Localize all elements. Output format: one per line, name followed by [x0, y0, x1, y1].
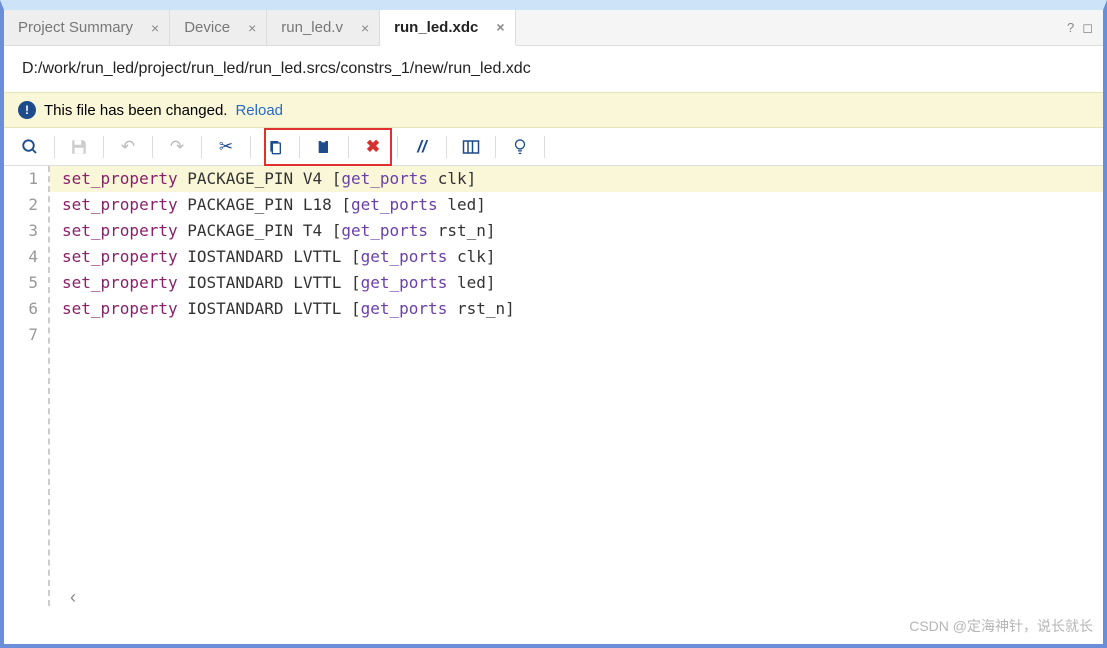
code-line: set_property PACKAGE_PIN V4 [get_ports c… [50, 166, 1103, 192]
reload-link[interactable]: Reload [235, 102, 283, 119]
comment-icon[interactable]: // [406, 133, 438, 161]
save-icon [63, 133, 95, 161]
maximize-icon[interactable]: ◻ [1082, 20, 1093, 36]
tab-label: Project Summary [18, 19, 133, 36]
delete-icon[interactable]: ✖ [357, 133, 389, 161]
line-number: 4 [4, 244, 38, 270]
search-icon[interactable] [14, 133, 46, 161]
line-number: 7 [4, 322, 38, 348]
paste-icon[interactable] [308, 133, 340, 161]
tab-run-led-xdc[interactable]: run_led.xdc × [380, 10, 515, 46]
bulb-icon[interactable] [504, 133, 536, 161]
info-icon: ! [18, 101, 36, 119]
code-line: set_property IOSTANDARD LVTTL [get_ports… [62, 270, 1103, 296]
redo-icon: ↷ [161, 133, 193, 161]
close-icon[interactable]: × [248, 20, 256, 36]
line-number: 1 [4, 166, 38, 192]
code-editor[interactable]: 1 2 3 4 5 6 7 set_property PACKAGE_PIN V… [4, 166, 1103, 606]
line-number: 5 [4, 270, 38, 296]
editor-toolbar: ↶ ↷ ✂ ✖ // [4, 128, 1103, 166]
line-number: 3 [4, 218, 38, 244]
tab-project-summary[interactable]: Project Summary × [4, 10, 170, 45]
close-icon[interactable]: × [496, 19, 504, 35]
undo-icon: ↶ [112, 133, 144, 161]
watermark: CSDN @定海神针，说长就长 [909, 616, 1093, 636]
tab-label: run_led.v [281, 19, 343, 36]
tab-bar: Project Summary × Device × run_led.v × r… [4, 10, 1103, 46]
copy-icon[interactable] [259, 133, 291, 161]
help-icon[interactable]: ? [1067, 20, 1074, 35]
file-changed-notification: ! This file has been changed. Reload [4, 92, 1103, 128]
tab-label: Device [184, 19, 230, 36]
close-icon[interactable]: × [151, 20, 159, 36]
column-select-icon[interactable] [455, 133, 487, 161]
tab-run-led-v[interactable]: run_led.v × [267, 10, 380, 45]
code-area[interactable]: set_property PACKAGE_PIN V4 [get_ports c… [50, 166, 1103, 606]
code-line: set_property IOSTANDARD LVTTL [get_ports… [62, 244, 1103, 270]
code-line: set_property PACKAGE_PIN L18 [get_ports … [62, 192, 1103, 218]
code-line: set_property IOSTANDARD LVTTL [get_ports… [62, 296, 1103, 322]
tab-device[interactable]: Device × [170, 10, 267, 45]
line-number: 6 [4, 296, 38, 322]
file-path-bar: D:/work/run_led/project/run_led/run_led.… [4, 46, 1103, 92]
close-icon[interactable]: × [361, 20, 369, 36]
code-line [62, 322, 1103, 348]
tab-actions: ? ◻ [1067, 10, 1103, 45]
code-line: set_property PACKAGE_PIN T4 [get_ports r… [62, 218, 1103, 244]
scroll-left-icon[interactable]: ‹ [70, 587, 76, 608]
line-gutter: 1 2 3 4 5 6 7 [4, 166, 50, 606]
file-path: D:/work/run_led/project/run_led/run_led.… [22, 60, 531, 78]
notification-text: This file has been changed. [44, 102, 227, 119]
tab-label: run_led.xdc [394, 19, 478, 36]
line-number: 2 [4, 192, 38, 218]
cut-icon[interactable]: ✂ [210, 133, 242, 161]
